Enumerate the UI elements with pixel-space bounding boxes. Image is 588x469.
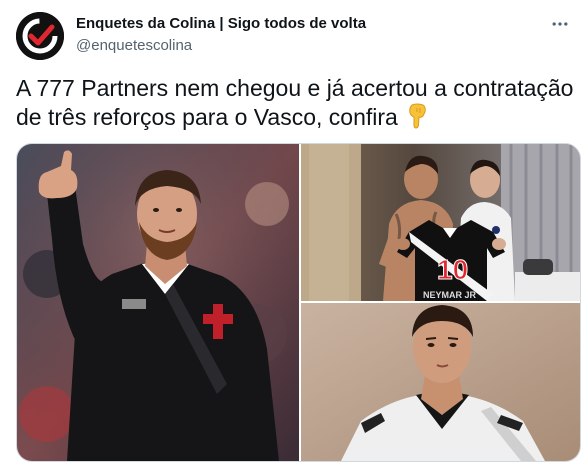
media-photo-2[interactable]: 10 NEYMAR JR (301, 144, 580, 301)
jersey-number: 10 (437, 254, 468, 285)
media-photo-1[interactable] (17, 144, 299, 461)
more-horizontal-icon (552, 22, 568, 26)
author-display-name[interactable]: Enquetes da Colina | Sigo todos de volta (76, 14, 366, 34)
author-info: Enquetes da Colina | Sigo todos de volta… (76, 14, 366, 56)
profile-avatar[interactable] (16, 12, 64, 60)
media-grid: 10 NEYMAR JR (16, 143, 581, 462)
media-photo-3[interactable] (301, 303, 580, 461)
tweet-text-body: A 777 Partners nem chegou e já acertou a… (16, 75, 574, 130)
pointing-down-hand-icon (406, 103, 428, 136)
more-options-button[interactable] (544, 8, 576, 40)
tweet-text: A 777 Partners nem chegou e já acertou a… (16, 74, 576, 136)
jersey-presentation-image: 10 NEYMAR JR (301, 144, 580, 301)
tweet-card[interactable]: Enquetes da Colina | Sigo todos de volta… (0, 0, 588, 469)
player-thumbs-up-image (17, 144, 299, 461)
author-handle[interactable]: @enquetescolina (76, 36, 366, 56)
jersey-name: NEYMAR JR (423, 290, 477, 300)
player-portrait-image (301, 303, 580, 461)
checkmark-logo-icon (16, 12, 64, 60)
